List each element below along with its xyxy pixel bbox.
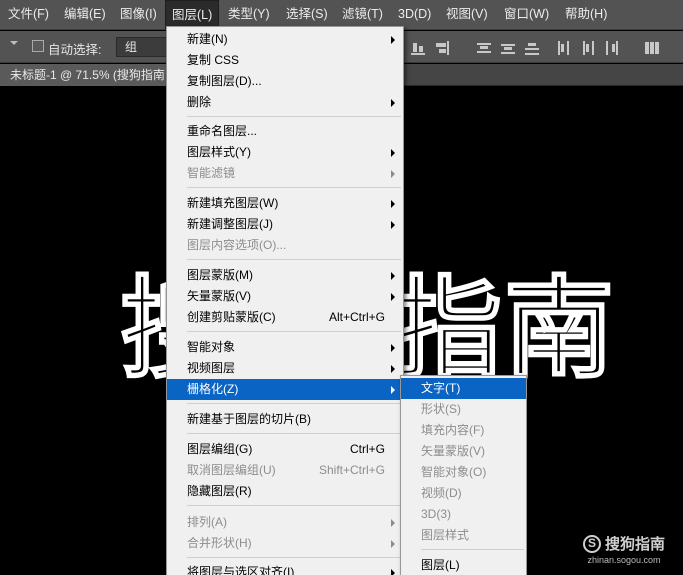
distribute-right-icon[interactable] xyxy=(604,41,620,55)
submenu-item-shape: 形状(S) xyxy=(421,402,461,416)
submenu-item-vector-mask: 矢量蒙版(V) xyxy=(421,444,485,458)
submenu-item-fill-content: 填充内容(F) xyxy=(421,423,485,437)
menu-item-ungroup-layers: 取消图层编组(U) Shift+Ctrl+G xyxy=(187,463,385,477)
submenu-item-layer[interactable]: 图层(L) xyxy=(401,555,526,575)
rasterize-submenu: 文字(T) 形状(S) 填充内容(F) 矢量蒙版(V) 智能对象(O) 视频(D… xyxy=(400,375,527,575)
menu-edit[interactable]: 编辑(E) xyxy=(58,0,112,29)
submenu-arrow-icon xyxy=(391,36,395,44)
submenu-arrow-icon xyxy=(391,221,395,229)
menu-separator xyxy=(421,549,524,550)
menu-separator xyxy=(187,259,401,260)
watermark-url: zhinan.sogou.com xyxy=(587,555,661,565)
menu-separator xyxy=(187,433,401,434)
menu-item-create-clipping-mask[interactable]: 创建剪贴蒙版(C) Alt+Ctrl+G xyxy=(167,307,403,328)
menu-item-new-adjustment-layer[interactable]: 新建调整图层(J) xyxy=(167,214,403,235)
submenu-arrow-icon xyxy=(391,344,395,352)
submenu-arrow-icon xyxy=(391,200,395,208)
auto-select-checkbox[interactable] xyxy=(32,40,44,52)
menu-separator xyxy=(187,557,401,558)
align-right-edges-icon[interactable] xyxy=(434,41,450,55)
menu-item-vector-mask[interactable]: 矢量蒙版(V) xyxy=(167,286,403,307)
layer-menu: 新建(N) 复制 CSS 复制图层(D)... 删除 重命名图层... 图层样式… xyxy=(166,26,404,575)
menu-separator xyxy=(187,331,401,332)
submenu-arrow-icon xyxy=(391,170,395,178)
menu-separator xyxy=(187,116,401,117)
submenu-item-3d: 3D(3) xyxy=(421,507,452,521)
distribute-left-icon[interactable] xyxy=(556,41,572,55)
menu-item-combine-shapes: 合并形状(H) xyxy=(167,533,403,554)
menu-type[interactable]: 类型(Y) xyxy=(222,0,276,29)
submenu-arrow-icon xyxy=(391,272,395,280)
menu-separator xyxy=(187,187,401,188)
submenu-item-video: 视频(D) xyxy=(421,486,462,500)
submenu-arrow-icon xyxy=(391,519,395,527)
menu-item-align-layers-to-selection[interactable]: 将图层与选区对齐(I) xyxy=(167,562,403,575)
menu-item-layer-content-options: 图层内容选项(O)... xyxy=(187,238,287,252)
auto-select-target-dropdown[interactable]: 组 xyxy=(116,37,170,57)
distribute-bottom-icon[interactable] xyxy=(524,41,540,55)
menu-separator xyxy=(187,505,401,506)
menu-item-copy-css[interactable]: 复制 CSS xyxy=(167,50,403,71)
menu-3d[interactable]: 3D(D) xyxy=(392,0,437,29)
menu-item-layer-style[interactable]: 图层样式(Y) xyxy=(167,142,403,163)
document-tab[interactable]: 未标题-1 @ 71.5% (搜狗指南 xyxy=(0,64,180,86)
menu-select[interactable]: 选择(S) xyxy=(280,0,334,29)
submenu-arrow-icon xyxy=(391,569,395,575)
menu-item-hide-layers[interactable]: 隐藏图层(R) xyxy=(167,481,403,502)
distribute-vcenter-icon[interactable] xyxy=(500,41,516,55)
menu-window[interactable]: 窗口(W) xyxy=(498,0,555,29)
submenu-arrow-icon xyxy=(391,365,395,373)
menu-help[interactable]: 帮助(H) xyxy=(559,0,613,29)
submenu-item-smart-object: 智能对象(O) xyxy=(421,465,487,479)
menu-item-rasterize[interactable]: 栅格化(Z) xyxy=(167,379,403,400)
menu-item-arrange: 排列(A) xyxy=(167,512,403,533)
menu-item-new-fill-layer[interactable]: 新建填充图层(W) xyxy=(167,193,403,214)
watermark: 搜狗指南 zhinan.sogou.com xyxy=(582,533,665,565)
menu-file[interactable]: 文件(F) xyxy=(2,0,55,29)
menu-item-new-layer-based-slice[interactable]: 新建基于图层的切片(B) xyxy=(167,409,403,430)
menu-view[interactable]: 视图(V) xyxy=(440,0,494,29)
watermark-brand: 搜狗指南 xyxy=(604,536,665,553)
menu-separator xyxy=(187,403,401,404)
menu-filter[interactable]: 滤镜(T) xyxy=(336,0,389,29)
submenu-arrow-icon xyxy=(391,293,395,301)
menu-item-smart-object[interactable]: 智能对象 xyxy=(167,337,403,358)
menu-item-rename-layer[interactable]: 重命名图层... xyxy=(167,121,403,142)
submenu-arrow-icon xyxy=(391,386,395,394)
auto-select-label: 自动选择: xyxy=(48,43,102,57)
submenu-item-layer-style: 图层样式 xyxy=(421,528,470,542)
submenu-arrow-icon xyxy=(391,540,395,548)
auto-align-layers-icon[interactable] xyxy=(644,41,660,55)
distribute-top-icon[interactable] xyxy=(476,41,492,55)
menu-item-duplicate-layer[interactable]: 复制图层(D)... xyxy=(167,71,403,92)
menu-item-layer-mask[interactable]: 图层蒙版(M) xyxy=(167,265,403,286)
menu-item-smart-filter: 智能滤镜 xyxy=(167,163,403,184)
submenu-arrow-icon xyxy=(391,149,395,157)
sogou-logo-icon xyxy=(582,534,601,553)
menu-image[interactable]: 图像(I) xyxy=(114,0,163,29)
menu-item-group-layers[interactable]: 图层编组(G) Ctrl+G xyxy=(167,439,403,460)
menu-item-delete[interactable]: 删除 xyxy=(167,92,403,113)
menu-item-new[interactable]: 新建(N) xyxy=(167,29,403,50)
distribute-hcenter-icon[interactable] xyxy=(580,41,596,55)
menu-layer[interactable]: 图层(L) xyxy=(165,0,220,29)
tool-preset-arrow-icon[interactable] xyxy=(10,41,18,45)
submenu-arrow-icon xyxy=(391,99,395,107)
submenu-item-type[interactable]: 文字(T) xyxy=(401,378,526,399)
menu-item-video-layer[interactable]: 视频图层 xyxy=(167,358,403,379)
align-bottom-edges-icon[interactable] xyxy=(410,41,426,55)
